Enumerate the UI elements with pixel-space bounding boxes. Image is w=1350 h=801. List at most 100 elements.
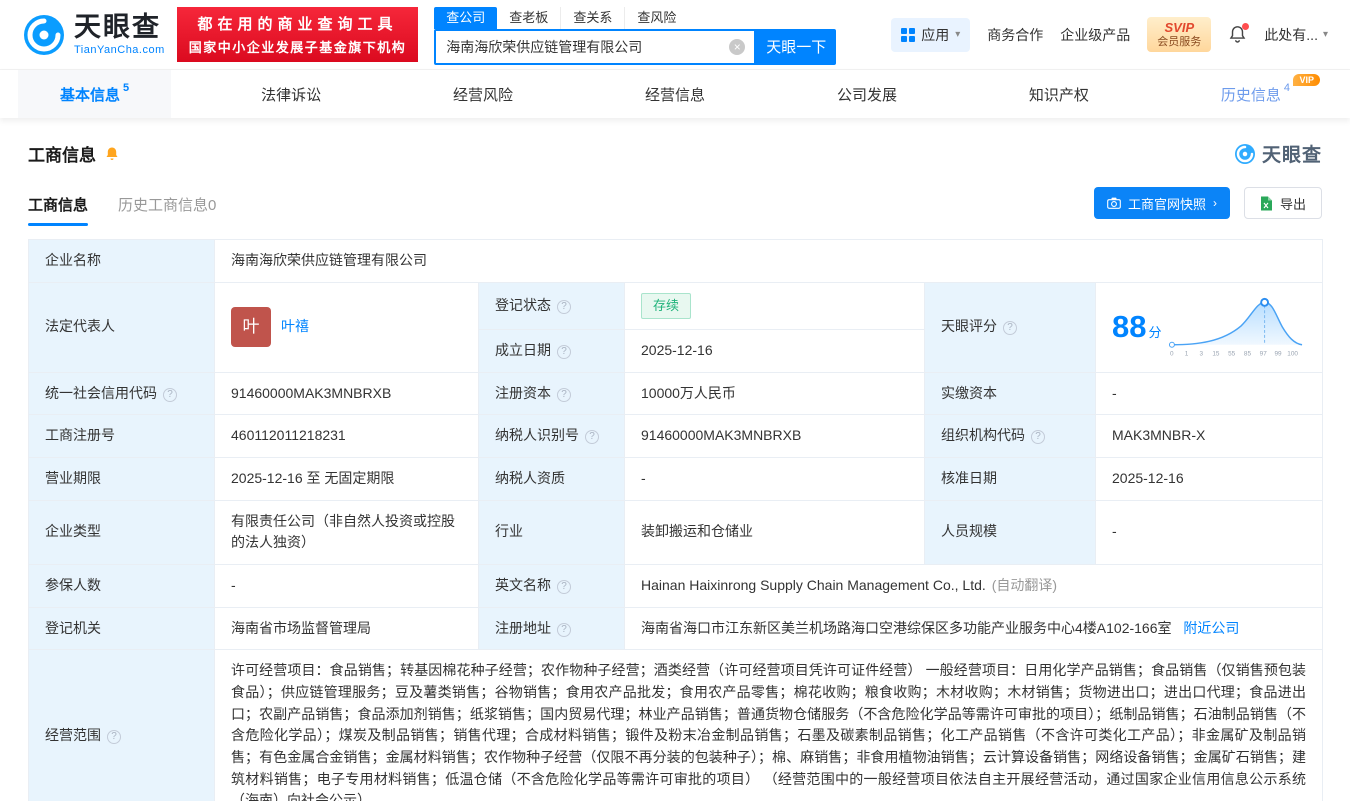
value-company-type: 有限责任公司（非自然人投资或控股的法人独资） xyxy=(215,500,479,564)
search-tab-risk[interactable]: 查风险 xyxy=(624,7,688,29)
business-info-table: 企业名称 海南海欣荣供应链管理有限公司 法定代表人 叶 叶禧 登记状态? 存续 … xyxy=(28,239,1323,801)
label-taxpayer-id: 纳税人识别号? xyxy=(479,415,625,458)
search-tabs: 查公司 查老板 查关系 查风险 xyxy=(434,5,836,29)
value-reg-number: 460112011218231 xyxy=(215,415,479,458)
help-icon[interactable]: ? xyxy=(163,388,177,402)
label-text: 注册地址 xyxy=(495,620,551,636)
excel-export-icon xyxy=(1260,196,1273,211)
tab-count: 4 xyxy=(1284,82,1290,94)
label-org-code: 组织机构代码? xyxy=(925,415,1096,458)
value-company-name: 海南海欣荣供应链管理有限公司 xyxy=(215,240,1323,283)
label-reg-number: 工商注册号 xyxy=(29,415,215,458)
score-value: 88 xyxy=(1112,309,1146,344)
top-header: 天眼查 TianYanCha.com 都在用的商业查询工具 国家中小企业发展子基… xyxy=(0,0,1350,70)
svip-sublabel: 会员服务 xyxy=(1157,36,1201,49)
tab-operating-risk[interactable]: 经营风险 xyxy=(411,70,555,118)
nearby-companies-link[interactable]: 附近公司 xyxy=(1183,620,1239,636)
brand-domain: TianYanCha.com xyxy=(74,44,165,56)
auto-translate-note: (自动翻译) xyxy=(992,577,1057,593)
promo-line2: 国家中小企业发展子基金旗下机构 xyxy=(189,37,407,56)
tianyancha-logo-icon xyxy=(22,13,66,57)
tab-label: 知识产权 xyxy=(1029,84,1089,105)
svg-text:99: 99 xyxy=(1274,351,1282,358)
label-registration-authority: 登记机关 xyxy=(29,607,215,650)
search-button[interactable]: 天眼一下 xyxy=(756,29,836,65)
label-english-name: 英文名称? xyxy=(479,564,625,607)
value-english-name: Hainan Haixinrong Supply Chain Managemen… xyxy=(625,564,1323,607)
value-taxpayer-id: 91460000MAK3MNBRXB xyxy=(625,415,925,458)
help-icon[interactable]: ? xyxy=(585,430,599,444)
score-curve-chart: 0 1 3 15 55 85 97 99 100 xyxy=(1168,295,1306,359)
help-icon[interactable]: ? xyxy=(1031,430,1045,444)
search-box: × xyxy=(434,29,756,65)
svg-text:15: 15 xyxy=(1212,351,1220,358)
tab-intellectual-property[interactable]: 知识产权 xyxy=(987,70,1131,118)
svg-text:1: 1 xyxy=(1185,351,1189,358)
official-snapshot-button[interactable]: 工商官网快照 › xyxy=(1094,187,1230,219)
clear-search-icon[interactable]: × xyxy=(729,39,745,55)
svg-text:55: 55 xyxy=(1228,351,1236,358)
help-icon[interactable]: ? xyxy=(557,300,571,314)
search-tab-relation[interactable]: 查关系 xyxy=(560,7,624,29)
business-coop-link[interactable]: 商务合作 xyxy=(987,25,1043,45)
search-input[interactable] xyxy=(436,39,729,55)
label-company-name: 企业名称 xyxy=(29,240,215,283)
label-approval-date: 核准日期 xyxy=(925,457,1096,500)
value-registered-address: 海南省海口市江东新区美兰机场路海口空港综保区多功能产业服务中心4楼A102-16… xyxy=(625,607,1323,650)
promo-line1: 都在用的商业查询工具 xyxy=(189,13,407,34)
help-icon[interactable]: ? xyxy=(557,580,571,594)
help-icon[interactable]: ? xyxy=(1003,321,1017,335)
app-grid-icon xyxy=(901,28,915,42)
search-tab-boss[interactable]: 查老板 xyxy=(497,7,560,29)
value-registration-authority: 海南省市场监督管理局 xyxy=(215,607,479,650)
svip-badge[interactable]: SVIP 会员服务 xyxy=(1147,17,1211,52)
subtab-business-info[interactable]: 工商信息 xyxy=(28,194,88,226)
label-text: 注册资本 xyxy=(495,385,551,401)
help-icon[interactable]: ? xyxy=(557,345,571,359)
enterprise-product-link[interactable]: 企业级产品 xyxy=(1060,25,1130,45)
score-unit: 分 xyxy=(1148,325,1161,340)
notification-dot xyxy=(1242,23,1249,30)
tab-basic-info[interactable]: 基本信息5 xyxy=(18,70,171,118)
legal-rep-link[interactable]: 叶禧 xyxy=(281,316,309,338)
chevron-down-icon: ▾ xyxy=(955,29,960,40)
search-tab-company[interactable]: 查公司 xyxy=(434,7,497,29)
subscribe-bell-icon[interactable] xyxy=(104,146,120,162)
apps-label: 应用 xyxy=(921,25,949,45)
label-paid-capital: 实缴资本 xyxy=(925,372,1096,415)
tab-count: 5 xyxy=(123,82,129,94)
value-reg-capital: 10000万人民币 xyxy=(625,372,925,415)
label-business-scope: 经营范围? xyxy=(29,650,215,801)
tianyancha-logo[interactable]: 天眼查 TianYanCha.com xyxy=(22,13,165,57)
tab-label: 历史信息 xyxy=(1221,84,1281,105)
help-icon[interactable]: ? xyxy=(557,623,571,637)
tab-company-development[interactable]: 公司发展 xyxy=(795,70,939,118)
tab-legal-proceedings[interactable]: 法律诉讼 xyxy=(219,70,363,118)
tab-history-info[interactable]: 历史信息4 VIP xyxy=(1179,70,1332,118)
tianyancha-watermark-icon xyxy=(1234,143,1256,165)
company-nav: 基本信息5 法律诉讼 经营风险 经营信息 公司发展 知识产权 历史信息4 VIP xyxy=(0,70,1350,118)
watermark-text: 天眼查 xyxy=(1262,140,1322,167)
tianyancha-watermark: 天眼查 xyxy=(1234,140,1322,167)
value-insured-count: - xyxy=(215,564,479,607)
label-credit-code: 统一社会信用代码? xyxy=(29,372,215,415)
label-text: 经营范围 xyxy=(45,727,101,743)
svg-text:0: 0 xyxy=(1170,351,1174,358)
legal-rep-avatar[interactable]: 叶 xyxy=(231,307,271,347)
help-icon[interactable]: ? xyxy=(107,730,121,744)
value-staff-size: - xyxy=(1096,500,1323,564)
notification-bell-icon[interactable] xyxy=(1228,25,1247,44)
value-credit-code: 91460000MAK3MNBRXB xyxy=(215,372,479,415)
section-title: 工商信息 xyxy=(28,141,96,166)
svg-text:85: 85 xyxy=(1244,351,1252,358)
search-area: 查公司 查老板 查关系 查风险 × 天眼一下 xyxy=(434,5,836,65)
svg-text:100: 100 xyxy=(1287,351,1298,358)
help-icon[interactable]: ? xyxy=(557,388,571,402)
export-button[interactable]: 导出 xyxy=(1244,187,1322,219)
subtab-history-business-info[interactable]: 历史工商信息0 xyxy=(118,194,216,226)
tab-operating-info[interactable]: 经营信息 xyxy=(603,70,747,118)
label-text: 组织机构代码 xyxy=(941,427,1025,443)
apps-menu[interactable]: 应用 ▾ xyxy=(891,18,970,52)
user-menu[interactable]: 此处有... ▾ xyxy=(1264,25,1328,45)
label-industry: 行业 xyxy=(479,500,625,564)
